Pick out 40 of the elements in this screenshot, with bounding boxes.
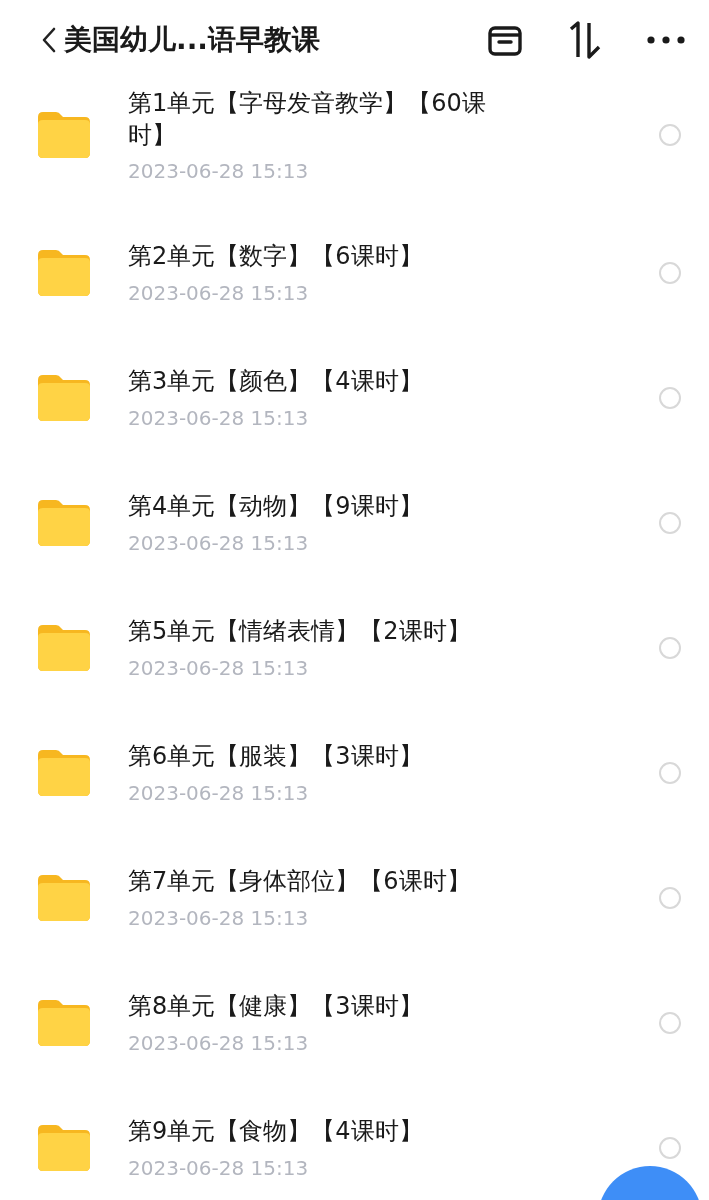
folder-icon <box>36 623 92 672</box>
modified-date: 2023-06-28 15:13 <box>128 655 310 680</box>
archive-icon[interactable] <box>487 23 523 57</box>
modified-date: 2023-06-28 15:13 <box>128 530 310 555</box>
folder-name[interactable]: 第4单元【动物】【9课时】 <box>128 490 528 523</box>
more-icon[interactable] <box>647 36 685 44</box>
select-radio[interactable] <box>659 761 681 784</box>
folder-name[interactable]: 第7单元【身体部位】【6课时】 <box>128 865 528 898</box>
folder-icon <box>36 873 92 922</box>
folder-name[interactable]: 第9单元【食物】【4课时】 <box>128 1115 528 1148</box>
select-radio[interactable] <box>659 886 681 909</box>
modified-date: 2023-06-28 15:13 <box>128 780 310 805</box>
select-radio[interactable] <box>659 386 681 409</box>
folder-title: 美国幼儿...语早教课 <box>64 22 320 58</box>
folder-name[interactable]: 第8单元【健康】【3课时】 <box>128 990 528 1023</box>
select-radio[interactable] <box>659 1011 681 1034</box>
modified-date: 2023-06-28 15:13 <box>128 405 310 430</box>
select-radio[interactable] <box>659 1136 681 1159</box>
back-button[interactable] <box>40 26 58 54</box>
modified-date: 2023-06-28 15:13 <box>128 280 310 305</box>
folder-icon <box>36 498 92 547</box>
folder-icon <box>36 373 92 422</box>
select-radio[interactable] <box>659 511 681 534</box>
folder-icon <box>36 998 92 1047</box>
modified-date: 2023-06-28 15:13 <box>128 905 310 930</box>
select-radio[interactable] <box>659 261 681 284</box>
folder-icon <box>36 1123 92 1172</box>
modified-date: 2023-06-28 15:13 <box>128 1155 310 1180</box>
folder-name[interactable]: 第1单元【字母发音教学】【60课时】 <box>128 86 528 152</box>
modified-date: 2023-06-28 15:13 <box>128 1030 310 1055</box>
folder-icon <box>36 111 92 159</box>
modified-date: 2023-06-28 15:13 <box>128 159 310 184</box>
folder-icon <box>36 748 92 797</box>
folder-name[interactable]: 第2单元【数字】【6课时】 <box>128 240 528 273</box>
folder-icon <box>36 248 92 297</box>
folder-name[interactable]: 第6单元【服装】【3课时】 <box>128 740 528 773</box>
folder-name[interactable]: 第5单元【情绪表情】【2课时】 <box>128 615 528 648</box>
select-radio[interactable] <box>659 124 681 146</box>
folder-name[interactable]: 第3单元【颜色】【4课时】 <box>128 365 528 398</box>
select-radio[interactable] <box>659 636 681 659</box>
